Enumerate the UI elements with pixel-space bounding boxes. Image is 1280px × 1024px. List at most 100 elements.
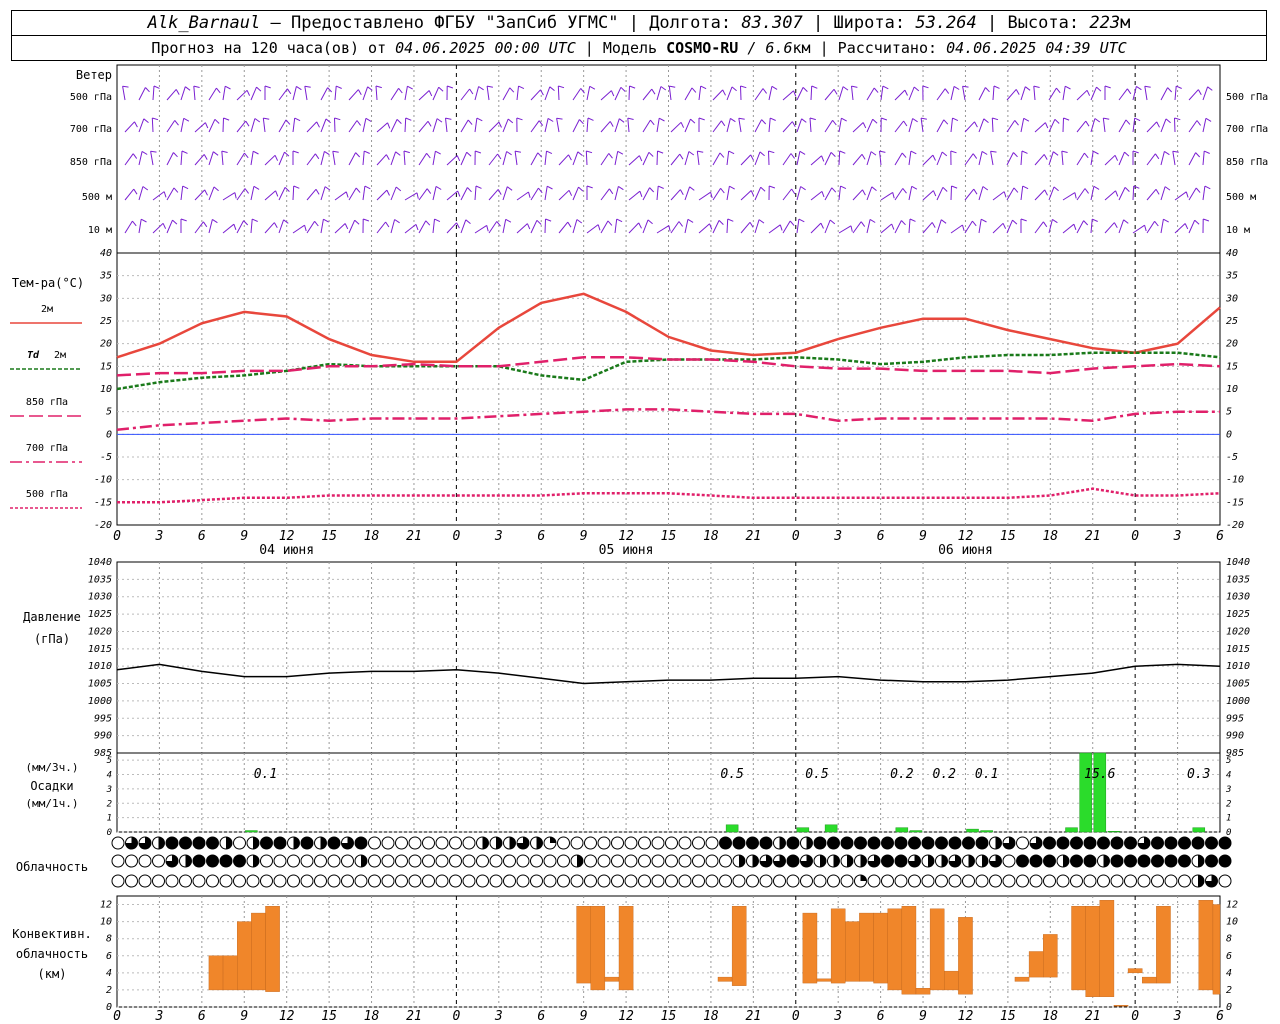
cloud-icon — [368, 874, 381, 888]
wind-barb — [250, 86, 257, 101]
cloud-icon — [665, 854, 678, 868]
conv-y-tick: 8 — [106, 934, 112, 945]
wind-barb — [474, 86, 480, 101]
wind-barb — [950, 86, 955, 101]
cloud-fill — [1103, 855, 1110, 867]
wind-barb-flag — [618, 185, 624, 191]
wind-barb-flag — [141, 150, 148, 155]
wind-barb-flag — [1044, 122, 1049, 129]
wind-barb — [782, 153, 792, 166]
wind-barb — [754, 151, 761, 166]
wind-barb — [922, 154, 934, 166]
cloud-fill — [895, 837, 907, 849]
wind-barb-flag — [1023, 117, 1030, 122]
wind-barb — [1048, 151, 1054, 166]
cloud-circle — [435, 874, 449, 888]
pressure-y-tick: 1005 — [88, 679, 112, 690]
wind-barb-flag — [1013, 152, 1018, 158]
cloud-circle — [570, 836, 584, 850]
wind-barb — [332, 151, 336, 166]
cloud-icon — [570, 836, 584, 850]
conv-bar — [944, 970, 959, 991]
cloud-fill — [1138, 855, 1150, 867]
precip-annotation: 15.6 — [1084, 767, 1115, 782]
wind-barb-flag — [398, 87, 403, 94]
conv-y-tick-right: 0 — [1226, 1002, 1232, 1013]
wind-barb — [838, 186, 841, 201]
temp-y-tick-right: -20 — [1226, 520, 1244, 531]
cloud-fill — [868, 837, 880, 849]
cloud-circle — [111, 836, 125, 850]
wind-barb-flag — [1096, 86, 1102, 92]
cloud-circle — [287, 854, 300, 868]
cloud-icon — [449, 874, 462, 888]
wind-barb-flag — [540, 89, 544, 96]
cloud-icon — [719, 874, 732, 888]
wind-barb — [334, 117, 336, 133]
conv-bar — [222, 955, 238, 991]
cloud-icon — [341, 836, 354, 850]
wind-barb — [320, 87, 329, 101]
cloud-circle — [530, 874, 543, 888]
wind-barb — [964, 153, 974, 166]
cloud-circle — [800, 874, 813, 888]
x-tick-label: 18 — [1042, 529, 1058, 544]
wind-barb — [544, 151, 547, 166]
wind-barb-flag — [720, 187, 725, 194]
cloud-icon — [476, 874, 489, 888]
cloud-icon — [1070, 836, 1083, 850]
cloud-icon — [638, 874, 651, 888]
cloud-icon — [1070, 874, 1083, 888]
wind-barb-flag — [365, 117, 372, 122]
wind-barb-flag — [396, 119, 402, 124]
temp-label: Тем-ра(°C) — [12, 276, 84, 290]
cloud-circle — [395, 854, 408, 868]
wind-barb-flag — [901, 220, 906, 226]
wind-barb-flag — [690, 118, 696, 124]
wind-barb — [768, 118, 771, 133]
cloud-circle — [125, 874, 138, 888]
wind-barb — [726, 151, 730, 166]
wind-barb — [572, 88, 582, 101]
cloud-icon — [1110, 854, 1124, 868]
wind-barb-flag — [951, 185, 958, 189]
wind-barb — [600, 121, 611, 133]
wind-barb — [124, 220, 133, 234]
cloud-icon — [638, 854, 651, 868]
legend-label: 500 гПа — [26, 489, 68, 500]
pressure-y-tick: 990 — [94, 731, 112, 742]
wind-barb-flag — [1053, 186, 1059, 192]
cloud-icon — [1110, 836, 1124, 850]
wind-barb — [558, 154, 569, 166]
wind-barb-flag — [982, 186, 989, 191]
wind-barb — [656, 118, 660, 133]
cloud-circle — [786, 874, 800, 888]
wind-barb — [866, 219, 871, 234]
wind-barb — [1062, 192, 1076, 201]
wind-barb — [138, 186, 144, 201]
cloud-fill — [1097, 837, 1110, 849]
wind-barb — [992, 191, 1005, 201]
cloud-circle — [557, 874, 570, 888]
wind-barb — [446, 155, 458, 166]
x-tick-label: 6 — [198, 529, 206, 544]
precip-unit3-label: (мм/3ч.) — [26, 761, 79, 774]
cloud-icon — [638, 836, 651, 850]
cloud-circle — [273, 874, 287, 888]
wind-barb — [334, 223, 346, 234]
wind-barb-flag — [820, 222, 824, 229]
wind-barb-flag — [203, 154, 208, 160]
wind-barb-flag — [405, 117, 412, 121]
precip-bar — [1079, 752, 1092, 833]
x-tick-label-bottom: 21 — [746, 1009, 762, 1024]
conv-bar — [590, 906, 606, 991]
wind-barb-flag — [1002, 223, 1007, 229]
wind-barb-flag — [1156, 121, 1160, 128]
wind-barb — [124, 188, 135, 201]
cloud-icon — [800, 854, 813, 868]
precip-y-tick-right: 4 — [1226, 771, 1231, 781]
wind-barb-flag — [840, 185, 847, 190]
wind-barb — [642, 187, 651, 201]
cloud-circle — [1124, 874, 1137, 888]
wind-barb — [124, 153, 134, 166]
